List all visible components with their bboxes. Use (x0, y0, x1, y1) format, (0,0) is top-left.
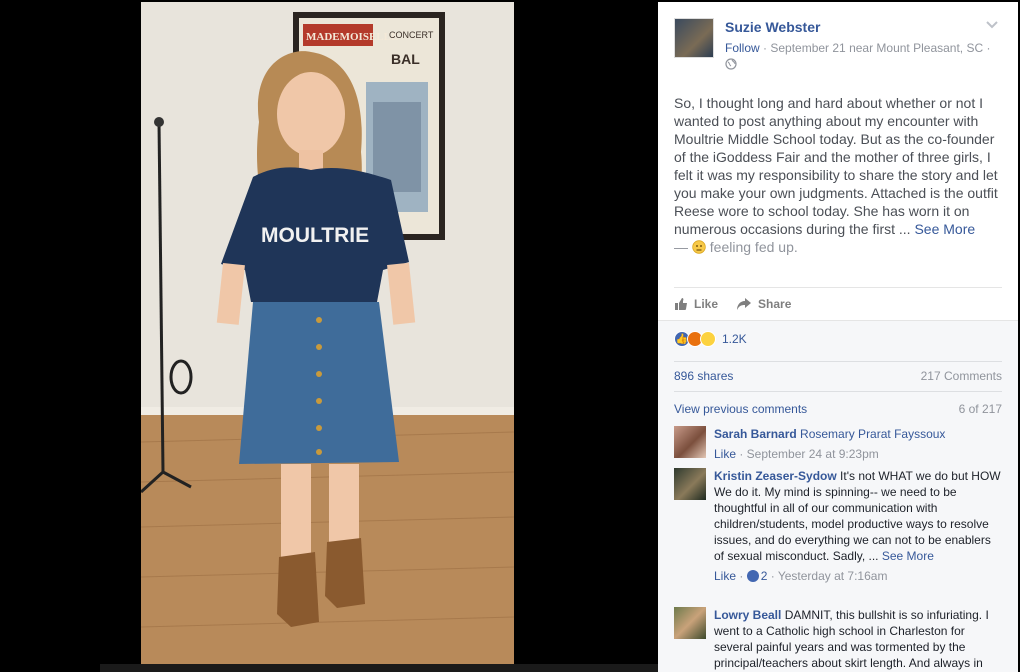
comment-body: Lowry Beall DAMNIT, this bullshit is so … (714, 607, 1004, 671)
see-more-link[interactable]: See More (914, 221, 975, 237)
comment-time[interactable]: · September 24 at 9:23pm (736, 447, 878, 461)
comment-see-more-link[interactable]: See More (882, 549, 934, 563)
post-meta: Follow · September 21 near Mount Pleasan… (725, 41, 990, 55)
post-timestamp-location: · September 21 near Mount Pleasant, SC · (759, 41, 991, 55)
comment-actions: Like · September 24 at 9:23pm (714, 446, 1004, 462)
feeling-text: feeling fed up. (705, 239, 798, 255)
commenter-name[interactable]: Kristin Zeaser-Sydow (714, 469, 837, 483)
reaction-count: 1.2K (722, 332, 747, 346)
commenter-name[interactable]: Lowry Beall (714, 608, 781, 622)
post-header: Suzie Webster Follow · September 21 near… (658, 2, 1018, 80)
post-panel: Suzie Webster Follow · September 21 near… (658, 2, 1018, 672)
post-body-text: So, I thought long and hard about whethe… (674, 95, 998, 237)
like-label: Like (694, 296, 719, 311)
comments-count[interactable]: 217 Comments (921, 369, 1002, 383)
comment-text: It's not WHAT we do but HOW We do it. My… (714, 469, 1001, 563)
feeling-line: — feeling fed up. (674, 239, 798, 255)
comment-time[interactable]: · Yesterday at 7:16am (767, 569, 888, 583)
feedback-section: 👍 1.2K 896 shares 217 Comments View prev… (658, 320, 1018, 672)
like-reaction-icon (746, 570, 759, 582)
chevron-down-icon[interactable] (986, 20, 998, 30)
feeling-prefix: — (674, 239, 692, 255)
post-actions: Like Share (674, 287, 1002, 319)
comment-body: Kristin Zeaser-Sydow It's not WHAT we do… (714, 468, 1004, 584)
post-photo[interactable]: MADEMOISELLE CONCERT BAL MOULTRIE (141, 2, 514, 666)
share-arrow-icon (737, 297, 752, 310)
comment-pager: 6 of 217 (958, 402, 1002, 416)
shares-link[interactable]: 896 shares (674, 369, 733, 383)
like-button[interactable]: Like (674, 297, 718, 311)
poster-subtitle: CONCERT (389, 30, 434, 40)
author-name[interactable]: Suzie Webster (725, 19, 820, 35)
globe-icon[interactable] (725, 58, 737, 70)
comment-like-link[interactable]: Like (714, 569, 736, 583)
tagged-user[interactable]: Rosemary Prarat Fayssoux (800, 427, 945, 441)
poster-title: MADEMOISELLE (306, 31, 398, 43)
divider (674, 361, 1002, 362)
photo-viewer: MADEMOISELLE CONCERT BAL MOULTRIE (0, 0, 658, 672)
comment-body: Sarah Barnard Rosemary Prarat Fayssoux L… (714, 426, 1004, 462)
commenter-name[interactable]: Sarah Barnard (714, 427, 797, 441)
comment-like-link[interactable]: Like (714, 447, 736, 461)
view-previous-comments-link[interactable]: View previous comments (674, 402, 807, 416)
share-button[interactable]: Share (736, 297, 791, 311)
feeling-emoji-icon (692, 239, 706, 255)
commenter-avatar[interactable] (674, 426, 706, 458)
comment-actions: Like · 2 · Yesterday at 7:16am (714, 569, 888, 583)
photo-illustration: MADEMOISELLE CONCERT BAL MOULTRIE (141, 2, 514, 666)
reaction-summary[interactable]: 👍 1.2K (674, 331, 747, 347)
post-body: So, I thought long and hard about whethe… (658, 94, 1018, 256)
commenter-avatar[interactable] (674, 468, 706, 500)
follow-link[interactable]: Follow (725, 41, 760, 55)
wow-reaction-icon (700, 331, 716, 347)
thumbs-up-icon (675, 297, 687, 310)
share-label: Share (758, 296, 792, 311)
author-avatar[interactable] (674, 18, 714, 58)
poster-bal: BAL (391, 51, 420, 67)
photo-bottom-strip (100, 664, 658, 672)
commenter-avatar[interactable] (674, 607, 706, 639)
divider (674, 391, 1002, 392)
shirt-print: MOULTRIE (261, 224, 369, 247)
